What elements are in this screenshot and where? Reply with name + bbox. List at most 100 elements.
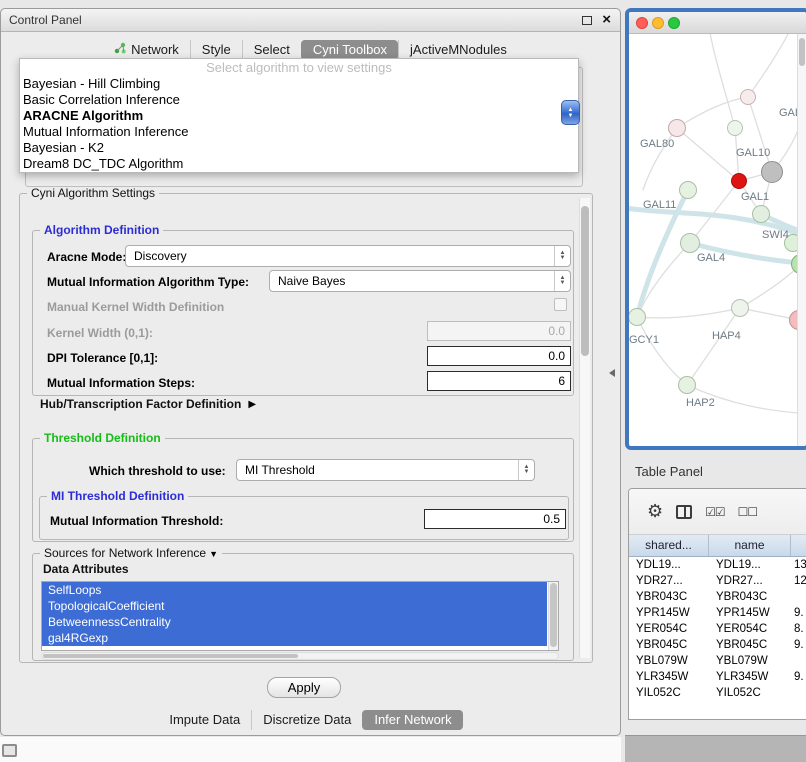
node-label: GAL10 <box>736 147 770 159</box>
table-cell: YER054C <box>629 621 709 637</box>
algorithm-option[interactable]: Bayesian - K2 <box>20 140 578 156</box>
network-edge[interactable] <box>637 317 687 385</box>
attributes-horizontal-scrollbar[interactable] <box>41 652 559 660</box>
network-edge[interactable] <box>740 264 801 308</box>
minimized-window-icon[interactable] <box>2 744 17 757</box>
apply-button[interactable]: Apply <box>267 677 341 698</box>
tab-impute-data[interactable]: Impute Data <box>158 710 251 730</box>
zoom-traffic-light-icon[interactable] <box>668 17 680 29</box>
threshold-definition-group: Threshold Definition Which threshold to … <box>32 438 574 542</box>
tab-label: Select <box>254 40 290 60</box>
network-node[interactable] <box>731 299 749 317</box>
deselect-all-checkboxes-icon[interactable]: ☐☐ <box>738 505 758 519</box>
network-node[interactable] <box>680 233 700 253</box>
close-traffic-light-icon[interactable] <box>636 17 648 29</box>
data-attributes-list[interactable]: SelfLoopsTopologicalCoefficientBetweenne… <box>41 581 559 651</box>
network-edge[interactable] <box>687 308 740 385</box>
network-edge[interactable] <box>748 32 789 97</box>
network-node[interactable] <box>727 120 743 136</box>
network-node[interactable] <box>731 173 747 189</box>
network-node[interactable] <box>761 161 783 183</box>
tab-network[interactable]: Network <box>103 40 190 60</box>
mi-threshold-input[interactable] <box>424 509 566 529</box>
network-node[interactable] <box>678 376 696 394</box>
node-label: GAL80 <box>640 138 674 150</box>
attribute-item[interactable]: BetweennessCentrality <box>42 614 547 630</box>
column-header[interactable]: shared... <box>629 535 709 556</box>
sources-legend[interactable]: Sources for Network Inference▼ <box>40 546 222 560</box>
network-edge[interactable] <box>637 308 740 318</box>
attributes-vertical-scrollbar[interactable] <box>548 582 558 650</box>
scrollbar-thumb[interactable] <box>581 206 589 356</box>
algorithm-option[interactable]: ARACNE Algorithm <box>20 108 578 124</box>
network-node[interactable] <box>752 205 770 223</box>
network-node[interactable] <box>628 308 646 326</box>
mi-algorithm-type-select[interactable]: Naive Bayes ▲▼ <box>269 270 571 292</box>
scrollbar-thumb[interactable] <box>43 654 298 658</box>
attribute-item[interactable]: gal4RGexp <box>42 630 547 646</box>
network-node[interactable] <box>740 89 756 105</box>
manual-kernel-width-checkbox[interactable] <box>554 298 567 311</box>
table-row[interactable]: YBL079WYBL079W <box>629 653 806 669</box>
float-window-icon[interactable] <box>582 16 592 25</box>
network-canvas[interactable]: GAL8GAL80GAL10GAL11GAL1SWI4GAL4GCY1HAP4H… <box>629 12 806 446</box>
close-icon[interactable]: × <box>602 11 611 29</box>
table-row[interactable]: YLR345WYLR345W9. <box>629 669 806 685</box>
tab-infer-network[interactable]: Infer Network <box>362 710 462 730</box>
algorithm-option[interactable]: Dream8 DC_TDC Algorithm <box>20 156 578 172</box>
table-row[interactable]: YDL19...YDL19...13 <box>629 557 806 573</box>
algorithm-option[interactable]: Bayesian - Hill Climbing <box>20 76 578 92</box>
column-header[interactable] <box>791 535 806 556</box>
table-cell: YPR145W <box>709 605 791 621</box>
panel-resize-arrow[interactable] <box>609 369 615 377</box>
control-panel-title: Control Panel <box>9 13 82 27</box>
node-label: GAL4 <box>697 252 725 264</box>
table-row[interactable]: YPR145WYPR145W9. <box>629 605 806 621</box>
tab-discretize-data[interactable]: Discretize Data <box>251 710 362 730</box>
attribute-item[interactable]: TopologicalCoefficient <box>42 598 547 614</box>
tab-style[interactable]: Style <box>190 40 242 60</box>
tab-jactivemnodules[interactable]: jActiveMNodules <box>398 40 518 60</box>
attribute-item[interactable]: SelfLoops <box>42 582 547 598</box>
table-cell: 8. <box>791 621 806 637</box>
tab-label: Discretize Data <box>263 710 351 730</box>
which-threshold-select[interactable]: MI Threshold ▲▼ <box>236 459 535 481</box>
table-cell: YDR27... <box>629 573 709 589</box>
sources-group: Sources for Network Inference▼ Data Attr… <box>32 553 574 661</box>
which-threshold-label: Which threshold to use: <box>89 464 226 478</box>
kernel-width-input[interactable] <box>427 321 571 341</box>
scrollbar-thumb[interactable] <box>550 583 557 647</box>
mi-steps-input[interactable] <box>427 371 571 391</box>
network-edge[interactable] <box>709 27 735 128</box>
network-scrollbar[interactable] <box>797 34 806 446</box>
select-all-checkboxes-icon[interactable]: ☑☑ <box>705 505 725 519</box>
table-row[interactable]: YBR045CYBR045C9. <box>629 637 806 653</box>
columns-icon[interactable] <box>676 505 692 519</box>
column-header[interactable]: name <box>709 535 791 556</box>
scrollbar-thumb[interactable] <box>799 38 805 66</box>
settings-scrollbar[interactable] <box>579 198 590 658</box>
algorithm-option[interactable]: Basic Correlation Inference <box>20 92 578 108</box>
table-row[interactable]: YBR043CYBR043C <box>629 589 806 605</box>
aracne-mode-select[interactable]: Discovery ▲▼ <box>125 245 571 267</box>
gear-icon[interactable]: ⚙ <box>647 501 663 522</box>
bottom-tabbar: Impute Data Discretize Data Infer Network <box>1 709 620 731</box>
table-row[interactable]: YER054CYER054C8. <box>629 621 806 637</box>
algorithm-option[interactable]: Mutual Information Inference <box>20 124 578 140</box>
network-edge[interactable] <box>677 128 739 181</box>
tab-label: Infer Network <box>374 710 451 730</box>
tab-label: Impute Data <box>169 710 240 730</box>
algorithm-combo-stepper[interactable]: ▲ ▼ <box>561 100 580 125</box>
network-edge[interactable] <box>637 243 690 317</box>
node-label: GAL1 <box>741 191 769 203</box>
network-node[interactable] <box>679 181 697 199</box>
table-row[interactable]: YIL052CYIL052C <box>629 685 806 701</box>
network-node[interactable] <box>668 119 686 137</box>
hub-section-toggle[interactable]: Hub/Transcription Factor Definition ▶ <box>40 397 256 411</box>
minimize-traffic-light-icon[interactable] <box>652 17 664 29</box>
table-row[interactable]: YDR27...YDR27...12 <box>629 573 806 589</box>
table-panel-toolbar: ⚙ ☑☑ ☐☐ <box>629 489 806 535</box>
tab-select[interactable]: Select <box>242 40 301 60</box>
dpi-tolerance-input[interactable] <box>427 346 571 366</box>
tab-cyni-toolbox[interactable]: Cyni Toolbox <box>301 40 398 60</box>
